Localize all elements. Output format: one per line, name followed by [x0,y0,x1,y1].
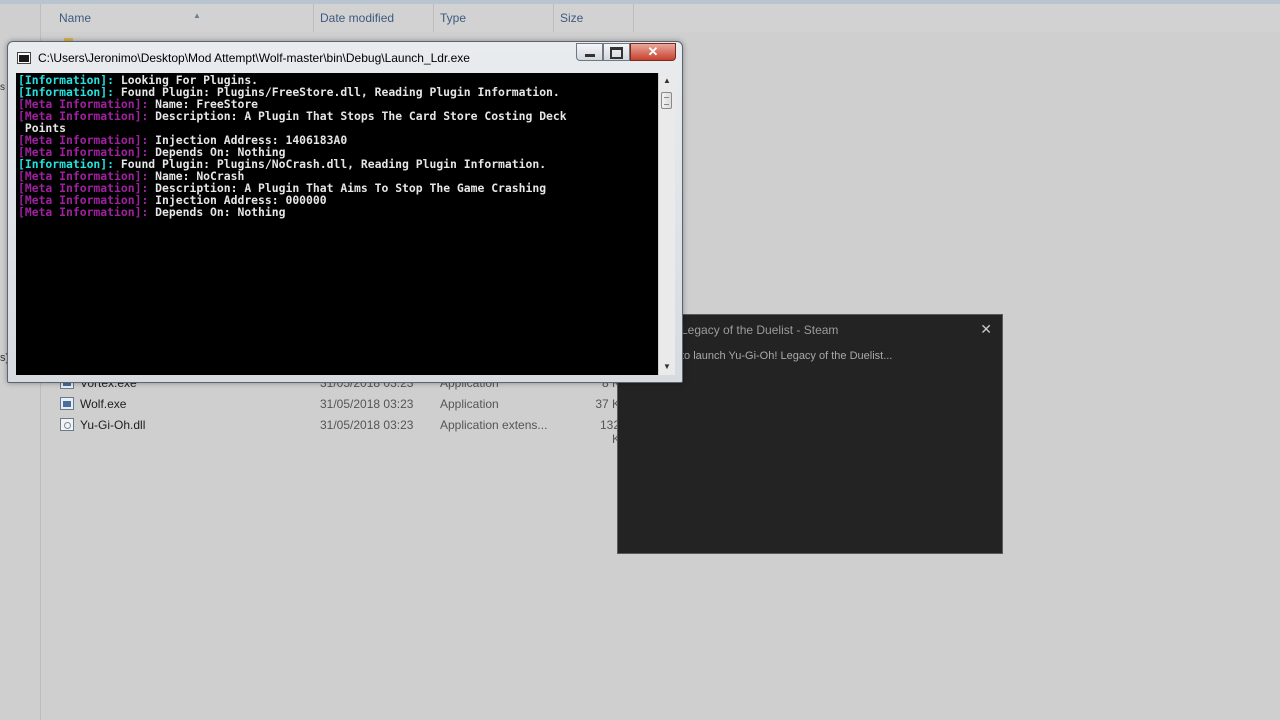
console-app-icon[interactable] [17,52,31,64]
console-line-text: Depends On: Nothing [148,205,286,219]
console-line: [Meta Information]: Depends On: Nothing [18,206,567,218]
close-icon[interactable]: ✕ [980,321,992,338]
file-size: 37 K [595,397,620,411]
column-header-name[interactable]: ▲ Name [53,4,314,32]
file-type: Application extens... [440,418,548,432]
console-lines: [Information]: Looking For Plugins. [Info… [18,74,567,218]
column-header-date[interactable]: Date modified [314,4,434,32]
column-header-type-label: Type [440,11,467,25]
console-window-title: C:\Users\Jeronimo\Desktop\Mod Attempt\Wo… [38,51,470,65]
console-scrollbar[interactable]: ▲ ▼ [658,73,675,375]
close-icon: ✕ [647,44,659,59]
column-header-size-label: Size [560,11,584,25]
file-date: 31/05/2018 03:23 [320,418,414,432]
dll-icon [60,418,74,431]
console-title-bar[interactable]: C:\Users\Jeronimo\Desktop\Mod Attempt\Wo… [8,42,682,72]
console-line: [Meta Information]: Description: A Plugi… [18,110,567,122]
file-type: Application [440,397,499,411]
file-name: Yu-Gi-Oh.dll [80,418,146,432]
file-name: Wolf.exe [80,397,127,411]
scroll-down-arrow-icon[interactable]: ▼ [659,359,675,375]
scroll-up-arrow-icon[interactable]: ▲ [659,73,675,89]
minimize-button[interactable] [576,43,603,61]
console-window: C:\Users\Jeronimo\Desktop\Mod Attempt\Wo… [7,41,683,383]
minimize-icon [584,54,595,57]
column-header-type[interactable]: Type [434,4,554,32]
file-size: 132 K [599,418,620,446]
sort-ascending-icon: ▲ [193,11,201,20]
meta-info-tag: [Meta Information]: [18,205,149,219]
scrollbar-thumb[interactable] [661,92,672,109]
exe-icon [60,397,74,410]
steam-dialog-message: to launch Yu-Gi-Oh! Legacy of the Duelis… [681,350,893,362]
maximize-icon [610,47,623,59]
column-header-bar: ▲ Name Date modified Type Size [41,4,1280,32]
maximize-button[interactable] [603,43,630,61]
file-row-yugioh-dll[interactable]: Yu-Gi-Oh.dll 31/05/2018 03:23 Applicatio… [41,415,641,446]
file-row-wolf[interactable]: Wolf.exe 31/05/2018 03:23 Application 37… [41,394,641,415]
steam-dialog-title: Legacy of the Duelist - Steam [681,323,839,337]
console-line-text: Description: A Plugin That Stops The Car… [148,109,567,123]
column-header-date-label: Date modified [320,11,395,25]
nav-pane-text-fragment: s [0,82,5,93]
column-header-name-label: Name [59,11,92,25]
console-output[interactable]: [Information]: Looking For Plugins. [Info… [16,73,658,375]
file-date: 31/05/2018 03:23 [320,397,414,411]
close-button[interactable]: ✕ [630,43,676,61]
column-header-size[interactable]: Size [554,4,634,32]
